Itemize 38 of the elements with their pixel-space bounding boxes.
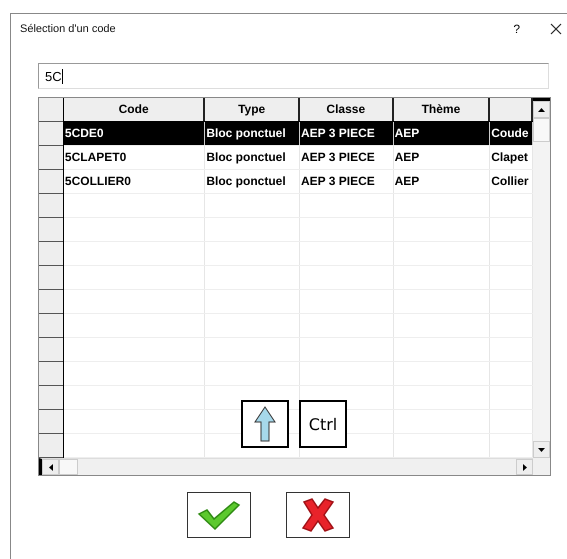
table-cell: Bloc ponctuel bbox=[205, 170, 300, 193]
checkmark-icon bbox=[197, 500, 241, 530]
shift-key[interactable] bbox=[241, 400, 289, 448]
left-triangle-icon bbox=[48, 464, 52, 470]
scroll-thumb[interactable] bbox=[59, 459, 78, 475]
table-cell: 5CLAPET0 bbox=[64, 146, 206, 169]
down-triangle-icon bbox=[538, 448, 546, 452]
up-arrow-icon bbox=[254, 406, 276, 442]
help-button[interactable]: ? bbox=[513, 22, 520, 36]
ctrl-key[interactable]: Ctrl bbox=[299, 400, 347, 448]
table-row[interactable]: 5CDE0 Bloc ponctuel AEP 3 PIECE AEP Coude bbox=[64, 122, 534, 146]
table-cell: AEP 3 PIECE bbox=[300, 146, 394, 169]
table-row[interactable]: 5COLLIER0 Bloc ponctuel AEP 3 PIECE AEP Collier bbox=[64, 170, 534, 194]
window-title: Sélection d'un code bbox=[20, 23, 117, 35]
scroll-left-button[interactable] bbox=[42, 459, 59, 475]
table-cell: AEP bbox=[394, 122, 490, 145]
cancel-button[interactable] bbox=[286, 492, 350, 538]
search-field[interactable]: 5C bbox=[38, 63, 549, 89]
vertical-scrollbar[interactable] bbox=[533, 98, 550, 458]
table-row[interactable]: 5CLAPET0 Bloc ponctuel AEP 3 PIECE AEP Clapet bbox=[64, 146, 534, 170]
close-button[interactable] bbox=[550, 23, 562, 35]
up-triangle-icon bbox=[538, 108, 546, 112]
table-cell: AEP 3 PIECE bbox=[300, 170, 394, 193]
scroll-thumb[interactable] bbox=[533, 118, 550, 142]
scroll-up-button[interactable] bbox=[533, 101, 550, 118]
table-cell: AEP bbox=[394, 170, 490, 193]
horizontal-scrollbar[interactable] bbox=[39, 458, 533, 475]
table-cell: AEP 3 PIECE bbox=[300, 122, 394, 145]
table-cell: 5COLLIER0 bbox=[64, 170, 206, 193]
scroll-right-button[interactable] bbox=[516, 459, 533, 475]
table-cell: AEP bbox=[394, 146, 490, 169]
right-triangle-icon bbox=[522, 464, 526, 470]
table-cell: Bloc ponctuel bbox=[205, 146, 300, 169]
scroll-down-button[interactable] bbox=[533, 441, 550, 458]
table-cell: 5CDE0 bbox=[64, 122, 206, 145]
close-icon bbox=[550, 23, 562, 35]
table-cell: Bloc ponctuel bbox=[205, 122, 300, 145]
ok-button[interactable] bbox=[187, 492, 251, 538]
